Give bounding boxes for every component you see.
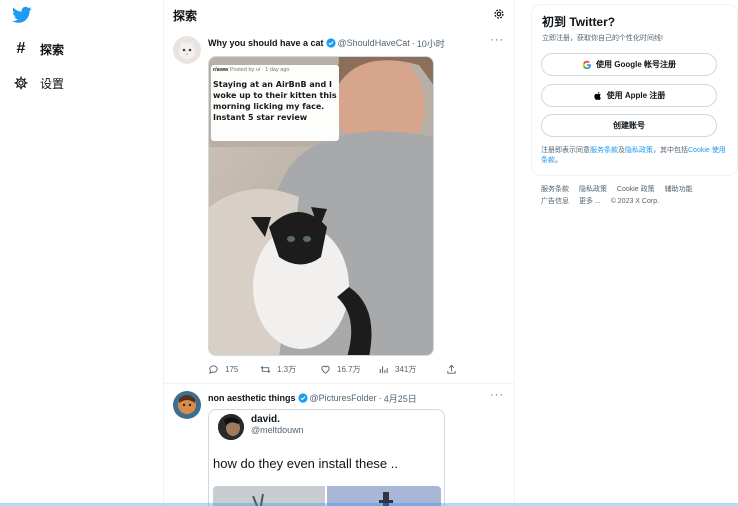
tweet[interactable]: non aesthetic things @PicturesFolder · 4…	[164, 385, 514, 506]
share-button[interactable]	[446, 364, 463, 375]
google-signup-button[interactable]: 使用 Google 帐号注册	[541, 53, 717, 76]
heart-icon	[321, 365, 330, 374]
retweet-button[interactable]: 1.3万	[260, 364, 296, 375]
footer-cookie-link[interactable]: Cookie 政策	[617, 186, 655, 193]
terms-text: 注册即表示同意	[541, 147, 590, 154]
tweet-author-name[interactable]: non aesthetic things	[208, 393, 296, 403]
left-nav: # 探索 设置	[0, 0, 160, 506]
tweet-header: Why you should have a cat @ShouldHaveCat…	[208, 36, 506, 50]
signup-card: 初到 Twitter? 立即注册，获取你自己的个性化时间线! 使用 Google…	[531, 4, 738, 176]
quoted-tweet[interactable]: david. @meltdouwn how do they even insta…	[208, 409, 445, 506]
nav-item-label: 探索	[40, 42, 65, 57]
more-options-icon[interactable]: ···	[490, 389, 504, 401]
footer-links: 服务条款 隐私政策 Cookie 政策 辅助功能 广告信息 更多 ... © 2…	[541, 184, 731, 208]
nav-item-explore[interactable]: # 探索	[12, 38, 64, 60]
reply-icon	[209, 364, 218, 374]
footer-tos-link[interactable]: 服务条款	[541, 186, 569, 193]
views-chart-icon	[379, 365, 388, 373]
footer-privacy-link[interactable]: 隐私政策	[579, 186, 607, 193]
quoted-tweet-text: how do they even install these ..	[213, 456, 399, 471]
reply-count: 175	[225, 364, 239, 374]
tweet-author-name[interactable]: Why you should have a cat	[208, 38, 324, 48]
footer-more-link[interactable]: 更多 ...	[579, 198, 601, 205]
main-header: 探索	[164, 0, 514, 30]
retweet-icon	[260, 365, 271, 373]
apple-signup-button[interactable]: 使用 Apple 注册	[541, 84, 717, 107]
twitter-logo-icon[interactable]	[12, 6, 32, 24]
more-options-icon[interactable]: ···	[490, 34, 504, 46]
page-title: 探索	[173, 9, 198, 23]
footer-accessibility-link[interactable]: 辅助功能	[665, 186, 693, 193]
tweet-actions: 175 1.3万 16.7万 341万	[208, 362, 458, 376]
signup-subtitle: 立即注册，获取你自己的个性化时间线!	[542, 35, 663, 42]
retweet-count: 1.3万	[277, 364, 297, 374]
copyright-text: © 2023 X Corp.	[610, 198, 660, 205]
privacy-policy-link[interactable]: 隐私政策	[625, 147, 653, 154]
quoted-author-name[interactable]: david.	[251, 414, 280, 425]
nav-item-settings[interactable]: 设置	[12, 72, 64, 94]
media-caption-meta: r/aww Posted by u/ · 1 day ago	[213, 67, 290, 73]
apple-icon	[594, 91, 601, 100]
footer-ads-link[interactable]: 广告信息	[541, 198, 569, 205]
nav-item-label: 设置	[40, 76, 65, 91]
hashtag-icon: #	[16, 40, 26, 57]
separator-dot: ·	[411, 38, 415, 48]
terms-text: 及	[618, 147, 625, 154]
apple-signup-label: 使用 Apple 注册	[606, 91, 666, 100]
tweet-author-handle[interactable]: @PicturesFolder	[310, 393, 377, 403]
tweet[interactable]: Why you should have a cat @ShouldHaveCat…	[164, 30, 514, 384]
signup-title: 初到 Twitter?	[542, 15, 616, 29]
terms-text: 。	[555, 157, 562, 164]
create-account-label: 创建账号	[613, 121, 645, 130]
tweet-author-handle[interactable]: @ShouldHaveCat	[338, 38, 410, 48]
quoted-author-handle[interactable]: @meltdouwn	[251, 425, 304, 435]
quoted-avatar[interactable]	[218, 414, 244, 440]
google-icon	[582, 60, 591, 69]
reply-button[interactable]: 175	[208, 364, 238, 375]
media-caption-text: Staying at an AirBnB and I woke up to th…	[213, 80, 337, 122]
like-count: 16.7万	[337, 364, 361, 374]
views-count: 341万	[395, 364, 417, 374]
tweet-header: non aesthetic things @PicturesFolder · 4…	[208, 391, 506, 405]
google-signup-label: 使用 Google 帐号注册	[596, 60, 676, 69]
main-column: 探索 Why you should have a cat @ShouldHave…	[163, 0, 515, 506]
tweet-media-image[interactable]: r/aww Posted by u/ · 1 day ago Staying a…	[208, 56, 434, 356]
share-icon	[447, 364, 456, 374]
like-button[interactable]: 16.7万	[320, 364, 361, 375]
verified-badge-icon	[297, 393, 308, 403]
avatar[interactable]	[173, 391, 201, 419]
views-button[interactable]: 341万	[378, 364, 416, 375]
verified-badge-icon	[325, 38, 336, 48]
terms-notice: 注册即表示同意服务条款及隐私政策，其中包括Cookie 使用条款。	[541, 146, 731, 166]
settings-gear-icon[interactable]	[493, 8, 505, 20]
avatar[interactable]	[173, 36, 201, 64]
create-account-button[interactable]: 创建账号	[541, 114, 717, 137]
tweet-timestamp[interactable]: 10小时	[417, 37, 445, 50]
gear-icon	[12, 74, 30, 92]
tweet-timestamp[interactable]: 4月25日	[384, 392, 417, 405]
separator-dot: ·	[378, 393, 382, 403]
terms-of-service-link[interactable]: 服务条款	[590, 147, 618, 154]
terms-text: ，其中包括	[653, 147, 688, 154]
